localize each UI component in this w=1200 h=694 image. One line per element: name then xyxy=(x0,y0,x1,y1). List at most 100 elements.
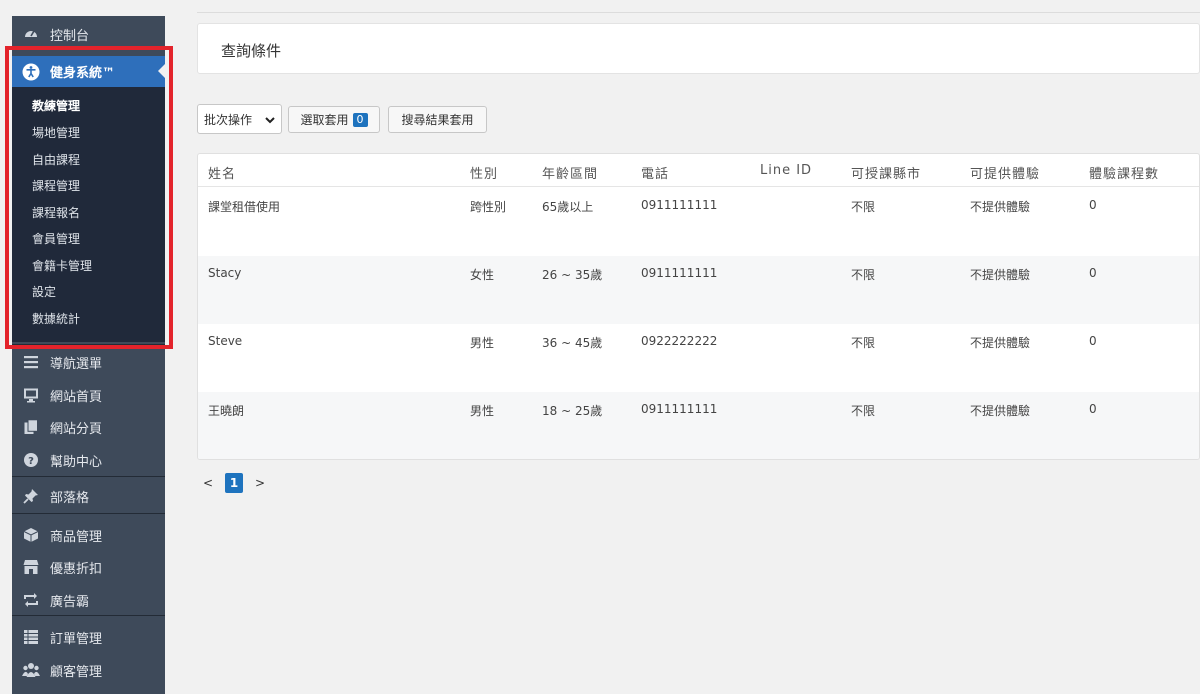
cell-name[interactable]: Stacy xyxy=(208,266,241,280)
col-city[interactable]: 可授課縣市 xyxy=(851,163,921,182)
top-divider xyxy=(197,12,1200,13)
sidebar-item-label: 優惠折扣 xyxy=(50,561,103,577)
submenu-statistics[interactable]: 數據統計 xyxy=(32,309,80,329)
col-phone[interactable]: 電話 xyxy=(641,163,669,182)
sidebar-item-label: 幫助中心 xyxy=(50,454,103,470)
submenu-coach[interactable]: 教練管理 xyxy=(32,96,80,116)
repeat-icon xyxy=(12,592,50,608)
pagination-prev[interactable]: < xyxy=(199,473,217,493)
cell-trial-count: 0 xyxy=(1089,334,1097,348)
sidebar-item-discounts[interactable]: 優惠折扣 xyxy=(12,552,165,582)
svg-text:?: ? xyxy=(28,456,34,467)
query-title: 查詢條件 xyxy=(221,42,282,60)
submenu-venue[interactable]: 場地管理 xyxy=(32,123,80,143)
sidebar-item-label: 健身系統™ xyxy=(50,66,116,81)
box-icon xyxy=(12,527,50,543)
cell-phone: 0911111111 xyxy=(641,266,718,280)
query-panel[interactable]: 查詢條件 xyxy=(197,23,1200,74)
cell-age: 18 ~ 25歲 xyxy=(542,404,603,418)
col-name[interactable]: 姓名 xyxy=(208,163,236,182)
cell-phone: 0911111111 xyxy=(641,402,718,416)
divider xyxy=(12,615,165,616)
apply-selected-button[interactable]: 選取套用 0 xyxy=(288,106,380,133)
sidebar-item-pages[interactable]: 網站分頁 xyxy=(12,412,165,442)
col-line-id[interactable]: Line ID xyxy=(760,163,812,178)
sidebar-item-fitness[interactable]: 健身系統™ xyxy=(12,56,165,87)
fitness-submenu: 教練管理 場地管理 自由課程 課程管理 課程報名 會員管理 會籍卡管理 設定 數… xyxy=(12,87,165,342)
cell-gender: 男性 xyxy=(470,336,495,350)
cell-trial: 不提供體驗 xyxy=(970,200,1031,214)
cell-city: 不限 xyxy=(851,404,876,418)
cell-name[interactable]: 王曉朗 xyxy=(208,402,244,419)
submenu-member[interactable]: 會員管理 xyxy=(32,229,80,249)
sidebar-item-blog[interactable]: 部落格 xyxy=(12,481,165,511)
sidebar-item-dashboard[interactable]: 控制台 xyxy=(12,19,165,49)
table-row[interactable]: Stacy 女性 26 ~ 35歲 0911111111 不限 不提供體驗 0 xyxy=(198,256,1199,324)
sidebar-item-orders[interactable]: 訂單管理 xyxy=(12,622,165,652)
selected-count-badge: 0 xyxy=(352,112,368,127)
col-gender[interactable]: 性別 xyxy=(470,163,498,182)
sidebar-item-nav-menu[interactable]: 導航選單 xyxy=(12,347,165,377)
accessibility-icon xyxy=(12,63,50,81)
sidebar-item-label: 部落格 xyxy=(50,490,90,506)
cell-age: 26 ~ 35歲 xyxy=(542,268,603,282)
sidebar-item-customers[interactable]: 顧客管理 xyxy=(12,655,165,685)
cell-phone: 0911111111 xyxy=(641,198,718,212)
divider xyxy=(12,344,165,345)
users-icon xyxy=(12,662,50,678)
menu-icon xyxy=(12,355,50,369)
apply-selected-label: 選取套用 xyxy=(300,113,349,127)
table-row[interactable]: 王曉朗 男性 18 ~ 25歲 0911111111 不限 不提供體驗 0 xyxy=(198,392,1199,459)
cell-phone: 0922222222 xyxy=(641,334,718,348)
sidebar-item-label: 商品管理 xyxy=(50,529,103,545)
sidebar-item-label: 顧客管理 xyxy=(50,664,103,680)
cell-city: 不限 xyxy=(851,336,876,350)
submenu-enrollment[interactable]: 課程報名 xyxy=(32,203,80,223)
cell-gender: 跨性別 xyxy=(470,200,507,214)
pin-icon xyxy=(12,488,50,504)
apply-results-button[interactable]: 搜尋結果套用 xyxy=(388,106,487,133)
cell-city: 不限 xyxy=(851,200,876,214)
sidebar: 控制台 健身系統™ 教練管理 場地管理 自由課程 課程管理 課程報名 會員管理 … xyxy=(12,16,165,694)
cell-trial-count: 0 xyxy=(1089,402,1097,416)
cell-trial: 不提供體驗 xyxy=(970,404,1031,418)
col-trial[interactable]: 可提供體驗 xyxy=(970,163,1040,182)
submenu-membership-card[interactable]: 會籍卡管理 xyxy=(32,256,92,276)
sidebar-item-label: 控制台 xyxy=(50,28,90,44)
pages-icon xyxy=(12,419,50,435)
coach-table: 姓名 性別 年齡區間 電話 Line ID 可授課縣市 可提供體驗 體驗課程數 … xyxy=(197,153,1200,460)
monitor-icon xyxy=(12,387,50,403)
sidebar-item-label: 網站首頁 xyxy=(50,389,103,405)
sidebar-item-label: 廣告霸 xyxy=(50,594,90,610)
cell-trial: 不提供體驗 xyxy=(970,268,1031,282)
sidebar-item-ads[interactable]: 廣告霸 xyxy=(12,585,165,615)
batch-action-select[interactable]: 批次操作 xyxy=(197,104,282,134)
sidebar-item-homepage[interactable]: 網站首頁 xyxy=(12,380,165,410)
store-icon xyxy=(12,559,50,575)
sidebar-item-products[interactable]: 商品管理 xyxy=(12,520,165,550)
cell-gender: 男性 xyxy=(470,404,495,418)
table-row[interactable]: 課堂租借使用 跨性別 65歲以上 0911111111 不限 不提供體驗 0 xyxy=(198,188,1199,256)
cell-trial: 不提供體驗 xyxy=(970,336,1031,350)
cell-trial-count: 0 xyxy=(1089,198,1097,212)
submenu-course[interactable]: 課程管理 xyxy=(32,176,80,196)
submenu-settings[interactable]: 設定 xyxy=(32,282,56,302)
cell-trial-count: 0 xyxy=(1089,266,1097,280)
apply-results-label: 搜尋結果套用 xyxy=(401,113,474,127)
chevron-down-icon xyxy=(265,114,275,128)
cell-age: 65歲以上 xyxy=(542,200,594,214)
col-age[interactable]: 年齡區間 xyxy=(542,163,598,182)
sidebar-item-label: 導航選單 xyxy=(50,356,103,372)
divider xyxy=(12,513,165,514)
table-row[interactable]: Steve 男性 36 ~ 45歲 0922222222 不限 不提供體驗 0 xyxy=(198,324,1199,392)
batch-action-label: 批次操作 xyxy=(204,112,253,127)
pagination-page-current[interactable]: 1 xyxy=(225,473,243,493)
pagination-next[interactable]: > xyxy=(251,473,269,493)
cell-gender: 女性 xyxy=(470,268,495,282)
sidebar-item-help[interactable]: ? 幫助中心 xyxy=(12,445,165,475)
col-trial-count[interactable]: 體驗課程數 xyxy=(1089,163,1159,182)
list-icon xyxy=(12,629,50,645)
cell-name[interactable]: 課堂租借使用 xyxy=(208,198,280,215)
submenu-free-course[interactable]: 自由課程 xyxy=(32,150,80,170)
cell-name[interactable]: Steve xyxy=(208,334,242,348)
